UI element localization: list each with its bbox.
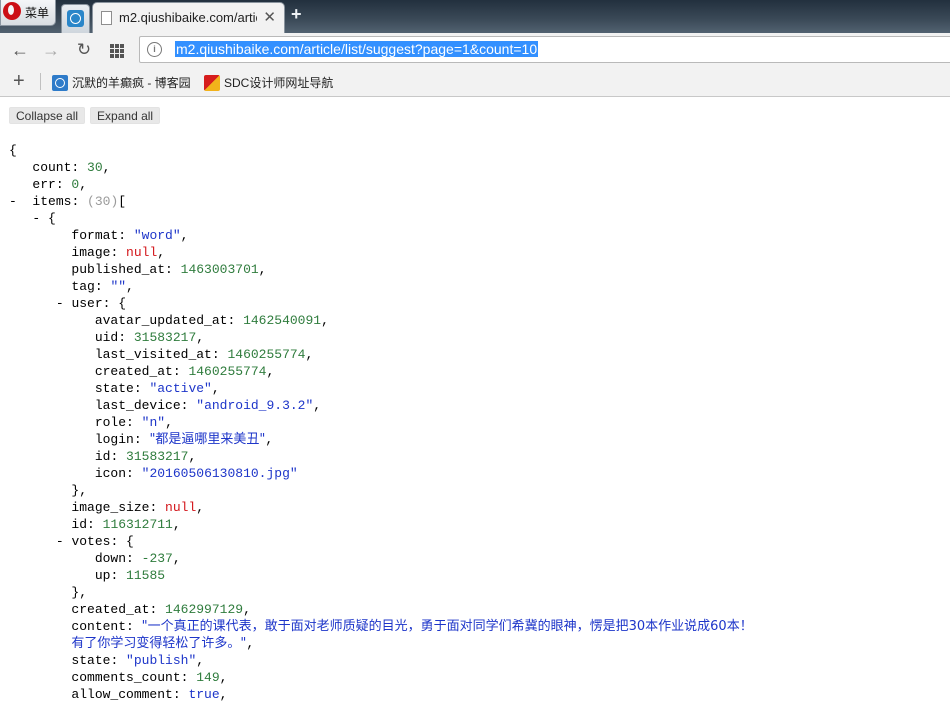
- forward-arrow-icon[interactable]: →: [40, 39, 62, 61]
- bookmarks-bar: + 沉默的羊癫疯 - 博客园 SDC设计师网址导航: [0, 66, 950, 97]
- json-line: down: -237,: [94, 551, 181, 566]
- expand-all-button[interactable]: Expand all: [90, 107, 161, 124]
- json-line: published_at: 1463003701,: [71, 262, 267, 277]
- votes-toggle[interactable]: -: [56, 534, 64, 549]
- json-line: state: "active",: [94, 381, 220, 396]
- json-line: last_device: "android_9.3.2",: [94, 398, 322, 413]
- sdc-icon: [204, 75, 220, 91]
- json-brace: {: [9, 143, 17, 158]
- items-toggle[interactable]: -: [9, 194, 17, 209]
- tab-strip: 菜单 m2.qiushibaike.com/artic ✕ +: [0, 0, 950, 33]
- bookmark-label: 沉默的羊癫疯 - 博客园: [72, 76, 190, 90]
- json-line-user: - user: {: [55, 296, 127, 311]
- json-line: uid: 31583217,: [94, 330, 205, 345]
- reload-icon[interactable]: ↻: [73, 39, 95, 61]
- json-line: icon: "20160506130810.jpg": [94, 466, 298, 481]
- json-line: login: "都是逼哪里来美丑",: [94, 432, 274, 447]
- pinned-tab[interactable]: [61, 4, 90, 33]
- item-toggle[interactable]: -: [32, 211, 40, 226]
- address-bar[interactable]: i m2.qiushibaike.com/article/list/sugges…: [139, 36, 950, 63]
- json-line: id: 31583217,: [94, 449, 197, 464]
- json-line: err: 0,: [32, 177, 88, 192]
- json-tree: { count: 30, err: 0, - items: (30)[ - { …: [9, 142, 753, 703]
- browser-menu-button[interactable]: 菜单: [0, 0, 56, 26]
- bookmark-sdc[interactable]: SDC设计师网址导航: [204, 74, 333, 91]
- tab-title: m2.qiushibaike.com/artic: [119, 10, 257, 25]
- bookmark-separator: [40, 73, 41, 90]
- json-line: last_visited_at: 1460255774,: [94, 347, 314, 362]
- json-line: tag: "",: [71, 279, 134, 294]
- qq-browser-icon: [67, 10, 84, 27]
- json-line: up: 11585: [94, 568, 166, 583]
- opera-logo-icon: [3, 2, 21, 20]
- toolbar: ← → ↻ i m2.qiushibaike.com/article/list/…: [0, 33, 950, 66]
- bookmark-label: SDC设计师网址导航: [224, 76, 334, 90]
- json-line: image_size: null,: [71, 500, 205, 515]
- json-line: image: null,: [71, 245, 166, 260]
- json-line: role: "n",: [94, 415, 173, 430]
- json-line: created_at: 1462997129,: [71, 602, 251, 617]
- bookmark-cnblogs[interactable]: 沉默的羊癫疯 - 博客园: [52, 74, 190, 91]
- json-line: - {: [32, 211, 56, 226]
- json-line: content: "一个真正的课代表，敢于面对老师质疑的目光，勇于面对同学们希冀…: [71, 619, 753, 634]
- json-line: comments_count: 149,: [71, 670, 228, 685]
- json-viewer-controls: Collapse all Expand all: [9, 107, 165, 124]
- security-icon[interactable]: i: [147, 42, 162, 57]
- apps-grid-icon[interactable]: [106, 39, 128, 61]
- url-text[interactable]: m2.qiushibaike.com/article/list/suggest?…: [175, 41, 539, 57]
- json-line: avatar_updated_at: 1462540091,: [94, 313, 329, 328]
- json-brace: },: [9, 585, 88, 600]
- page-icon: [101, 11, 112, 25]
- tab-close-icon[interactable]: ✕: [263, 8, 276, 26]
- add-bookmark-icon[interactable]: +: [13, 70, 25, 93]
- json-line: id: 116312711,: [71, 517, 181, 532]
- tab-active[interactable]: m2.qiushibaike.com/artic ✕: [92, 2, 285, 33]
- user-toggle[interactable]: -: [56, 296, 64, 311]
- json-line-votes: - votes: {: [55, 534, 134, 549]
- menu-label: 菜单: [25, 6, 50, 20]
- json-line: format: "word",: [71, 228, 189, 243]
- json-line-items: - items: (30)[: [9, 194, 127, 209]
- json-line: 有了你学习变得轻松了许多。",: [71, 636, 255, 651]
- new-tab-icon[interactable]: +: [291, 4, 302, 25]
- back-arrow-icon[interactable]: ←: [9, 39, 31, 61]
- json-line: state: "publish",: [71, 653, 205, 668]
- json-line: count: 30,: [32, 160, 111, 175]
- json-brace: },: [9, 483, 88, 498]
- json-line: created_at: 1460255774,: [94, 364, 275, 379]
- json-line: allow_comment: true,: [71, 687, 228, 702]
- cnblogs-icon: [52, 75, 68, 91]
- collapse-all-button[interactable]: Collapse all: [9, 107, 86, 124]
